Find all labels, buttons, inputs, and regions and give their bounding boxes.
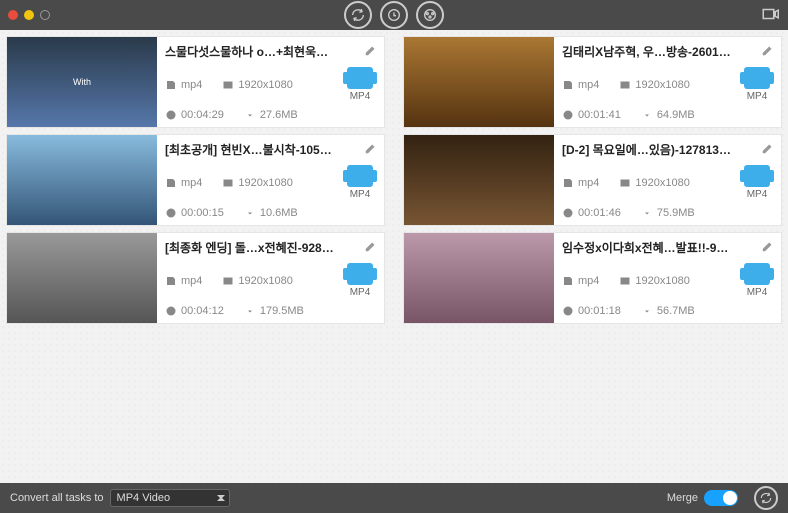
footer: Convert all tasks to MP4 Video Merge: [0, 483, 788, 513]
thumbnail: With: [7, 37, 157, 127]
resolution-icon: [222, 177, 234, 189]
resolution-icon: [222, 275, 234, 287]
resolution-icon: [222, 79, 234, 91]
format-icon: [562, 79, 574, 91]
format-icon: [165, 177, 177, 189]
thumbnail: [404, 233, 554, 323]
edit-icon[interactable]: [364, 141, 378, 158]
edit-icon[interactable]: [364, 43, 378, 60]
window-controls: [0, 10, 50, 20]
merge-toggle[interactable]: [704, 490, 738, 506]
thumbnail: [404, 135, 554, 225]
edit-icon[interactable]: [761, 43, 775, 60]
output-format-button[interactable]: MP4: [739, 165, 775, 200]
format-icon: [562, 275, 574, 287]
resolution-icon: [619, 275, 631, 287]
task-title: [최종화 엔딩] 돌…x전혜진-9285809: [165, 239, 335, 256]
task-title: 스물다섯스물하나 o…+최현욱+이주명): [165, 43, 335, 60]
thumbnail: [404, 37, 554, 127]
task-grid: With 스물다섯스물하나 o…+최현욱+이주명) mp4 1920x1080 …: [0, 30, 788, 483]
output-format-button[interactable]: MP4: [739, 263, 775, 298]
clock-icon: [562, 109, 574, 121]
thumbnail: [7, 135, 157, 225]
convert-all-label: Convert all tasks to: [10, 492, 104, 504]
task-title: [최초공개] 현빈X…불시착-10588484: [165, 141, 335, 158]
mode-tabs: [344, 0, 444, 30]
resolution-icon: [619, 79, 631, 91]
download-icon: [244, 207, 256, 219]
clock-icon: [165, 207, 177, 219]
clock-icon: [165, 109, 177, 121]
edit-icon[interactable]: [761, 239, 775, 256]
clock-icon: [165, 305, 177, 317]
resolution-icon: [619, 177, 631, 189]
task-title: [D-2] 목요일에…있음)-12781327: [562, 141, 732, 158]
edit-icon[interactable]: [761, 141, 775, 158]
download-icon: [641, 305, 653, 317]
format-icon: [165, 79, 177, 91]
merge-label: Merge: [667, 492, 698, 504]
convert-tab[interactable]: [344, 1, 372, 29]
output-format-button[interactable]: MP4: [342, 67, 378, 102]
format-icon: [165, 275, 177, 287]
task-card[interactable]: [최종화 엔딩] 돌…x전혜진-9285809 mp4 1920x1080 00…: [6, 232, 385, 324]
task-title: 임수정x이다희x전혜…발표!!-9285430: [562, 239, 732, 256]
close-window[interactable]: [8, 10, 18, 20]
minimize-window[interactable]: [24, 10, 34, 20]
download-icon: [641, 109, 653, 121]
task-card[interactable]: [최초공개] 현빈X…불시착-10588484 mp4 1920x1080 00…: [6, 134, 385, 226]
task-card[interactable]: With 스물다섯스물하나 o…+최현욱+이주명) mp4 1920x1080 …: [6, 36, 385, 128]
download-icon: [244, 305, 256, 317]
titlebar: [0, 0, 788, 30]
output-format-select[interactable]: MP4 Video: [110, 489, 230, 507]
thumbnail: [7, 233, 157, 323]
maximize-window[interactable]: [40, 10, 50, 20]
download-tab[interactable]: [380, 1, 408, 29]
task-card[interactable]: 김태리X남주혁, 우…방송-26015147 mp4 1920x1080 00:…: [403, 36, 782, 128]
clock-icon: [562, 305, 574, 317]
task-title: 김태리X남주혁, 우…방송-26015147: [562, 43, 732, 60]
output-format-button[interactable]: MP4: [739, 67, 775, 102]
output-format-button[interactable]: MP4: [342, 263, 378, 298]
download-icon: [641, 207, 653, 219]
edit-icon[interactable]: [364, 239, 378, 256]
task-card[interactable]: 임수정x이다희x전혜…발표!!-9285430 mp4 1920x1080 00…: [403, 232, 782, 324]
format-icon: [562, 177, 574, 189]
convert-all-button[interactable]: [754, 486, 778, 510]
download-icon: [244, 109, 256, 121]
task-card[interactable]: [D-2] 목요일에…있음)-12781327 mp4 1920x1080 00…: [403, 134, 782, 226]
media-tab[interactable]: [416, 1, 444, 29]
library-icon[interactable]: [760, 5, 780, 26]
clock-icon: [562, 207, 574, 219]
output-format-button[interactable]: MP4: [342, 165, 378, 200]
